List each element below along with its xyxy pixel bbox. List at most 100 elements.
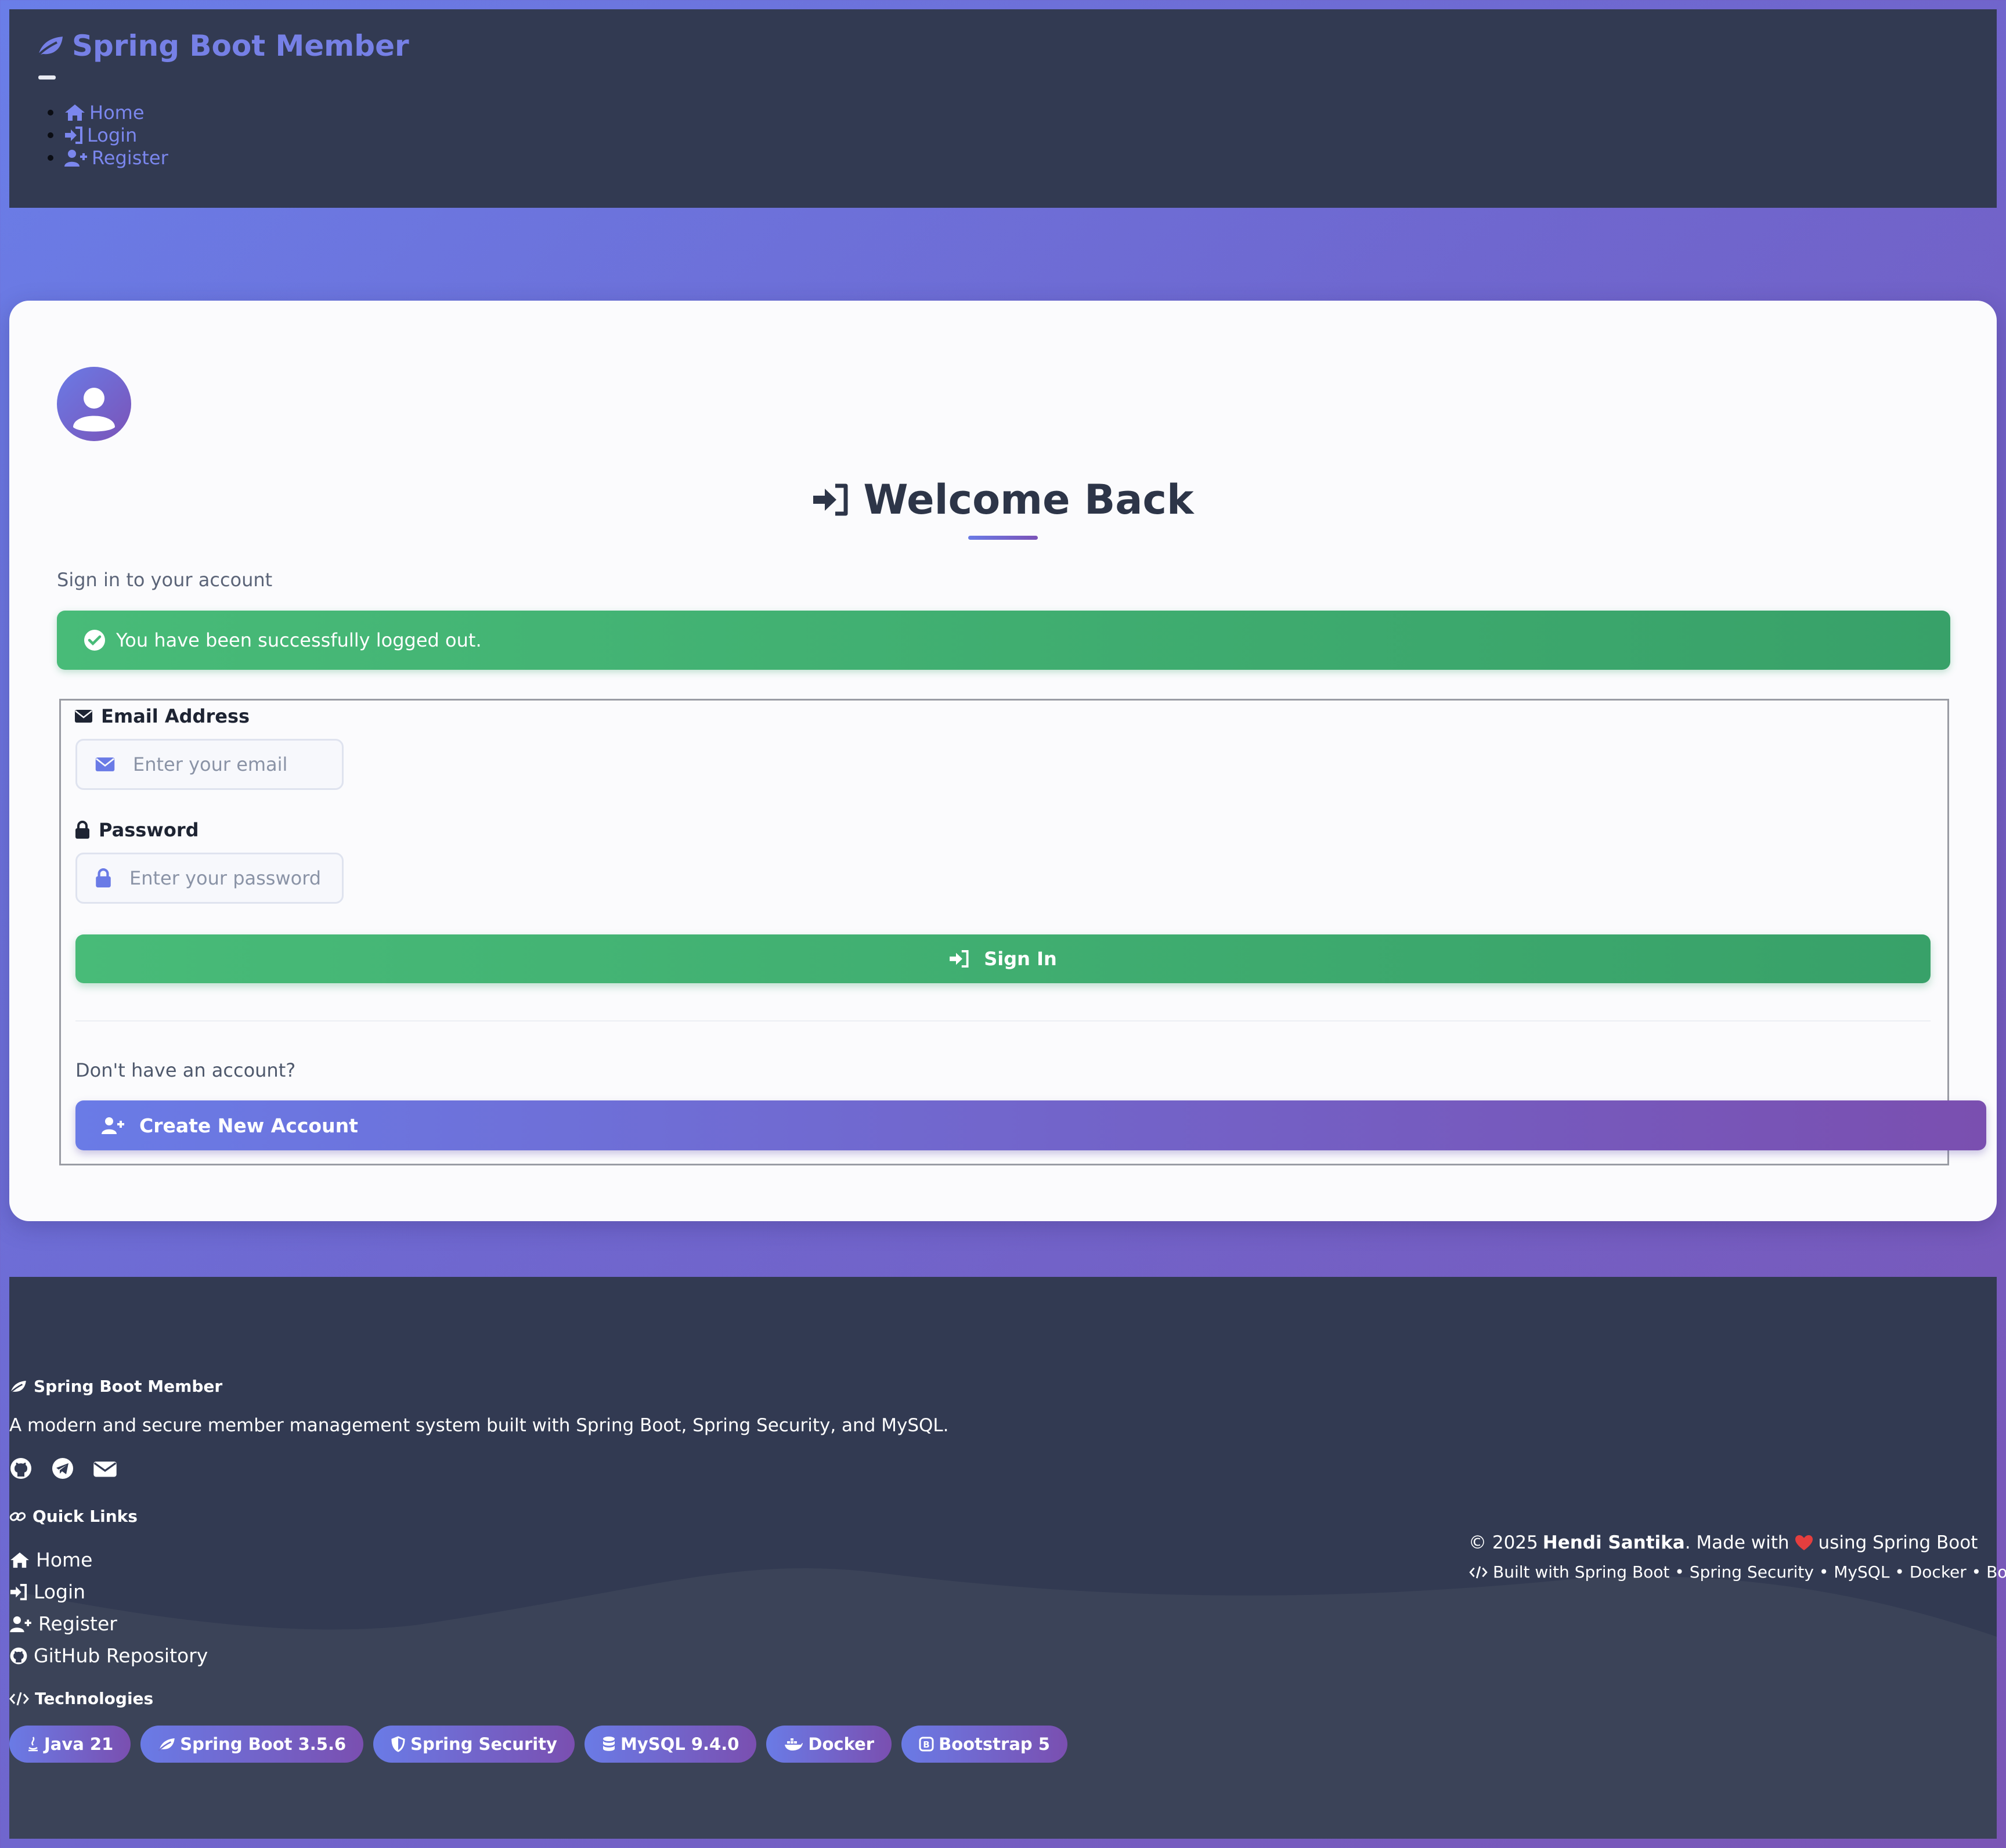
database-icon	[602, 1737, 615, 1751]
code-icon	[9, 1692, 29, 1705]
navbar-toggler[interactable]	[38, 75, 56, 80]
no-account-text: Don't have an account?	[75, 1059, 296, 1081]
list-bullet	[48, 109, 53, 116]
quick-links-heading: Quick Links	[9, 1507, 138, 1526]
title-underline	[968, 536, 1038, 540]
social-links	[9, 1457, 117, 1480]
nav-item-login[interactable]: Login	[48, 124, 168, 146]
badge-mysql: MySQL 9.4.0	[584, 1726, 757, 1763]
envelope-icon[interactable]	[93, 1457, 117, 1480]
alert-text: You have been successfully logged out.	[116, 629, 482, 651]
badge-label: Bootstrap 5	[939, 1734, 1050, 1754]
built-with-text: Built with Spring Boot • Spring Security…	[1493, 1562, 2006, 1582]
footer-description: A modern and secure member management sy…	[9, 1415, 949, 1436]
nav-label: Register	[92, 146, 168, 169]
title-text: Welcome Back	[863, 476, 1194, 524]
user-plus-icon	[10, 1616, 31, 1632]
svg-text:B: B	[923, 1739, 929, 1750]
email-label-text: Email Address	[101, 705, 250, 727]
create-account-button[interactable]: Create New Account	[75, 1100, 1986, 1150]
user-avatar-icon	[57, 367, 131, 441]
technologies-title: Technologies	[35, 1689, 154, 1708]
password-label-text: Password	[99, 819, 199, 841]
logout-success-alert: You have been successfully logged out.	[57, 611, 1950, 670]
check-circle-icon	[84, 630, 105, 651]
footer-link-github[interactable]: GitHub Repository	[9, 1640, 208, 1672]
badge-label: MySQL 9.4.0	[620, 1734, 739, 1754]
leaf-icon	[36, 37, 63, 57]
divider	[75, 1020, 1931, 1022]
password-placeholder: Enter your password	[129, 867, 322, 889]
home-icon	[10, 1552, 29, 1568]
nav-menu: Home Login Register	[48, 101, 168, 169]
login-icon	[10, 1583, 27, 1600]
sign-in-icon	[813, 483, 848, 516]
password-label: Password	[74, 819, 199, 841]
footer-link-label: Login	[34, 1580, 86, 1603]
footer-brand-text: Spring Boot Member	[34, 1377, 223, 1396]
envelope-icon	[95, 757, 115, 771]
user-plus-icon	[64, 149, 87, 167]
made-suffix-text: using Spring Boot	[1818, 1532, 1978, 1553]
badge-label: Java 21	[44, 1734, 114, 1754]
copyright: © 2025 Hendi Santika. Made with using Sp…	[1469, 1532, 1978, 1553]
badge-java: Java 21	[9, 1726, 131, 1763]
badge-label: Spring Security	[410, 1734, 557, 1754]
footer-link-register[interactable]: Register	[9, 1608, 208, 1640]
github-icon	[10, 1647, 27, 1664]
leaf-icon	[9, 1380, 26, 1394]
nav-item-register[interactable]: Register	[48, 146, 168, 169]
email-placeholder: Enter your email	[133, 753, 288, 775]
badge-label: Spring Boot 3.5.6	[180, 1734, 347, 1754]
shield-icon	[391, 1736, 405, 1752]
password-field[interactable]: Enter your password	[75, 853, 344, 904]
sign-in-button[interactable]: Sign In	[75, 934, 1931, 983]
footer-brand: Spring Boot Member	[9, 1377, 222, 1396]
badge-spring-security: Spring Security	[373, 1726, 575, 1763]
email-field[interactable]: Enter your email	[75, 739, 344, 790]
copyright-year: © 2025	[1469, 1532, 1538, 1553]
footer-link-home[interactable]: Home	[9, 1544, 208, 1576]
list-bullet	[48, 154, 53, 161]
nav-item-home[interactable]: Home	[48, 101, 168, 124]
technology-badges: Java 21 Spring Boot 3.5.6 Spring Securit…	[9, 1726, 1067, 1763]
navbar-brand[interactable]: Spring Boot Member	[36, 26, 409, 66]
code-icon	[1469, 1565, 1488, 1579]
nav-label: Login	[87, 124, 138, 146]
lock-icon	[75, 821, 89, 839]
java-icon	[28, 1737, 38, 1752]
create-account-label: Create New Account	[139, 1114, 358, 1137]
sign-in-label: Sign In	[984, 948, 1057, 970]
footer-link-label: Register	[38, 1612, 117, 1635]
footer-link-login[interactable]: Login	[9, 1576, 208, 1608]
quick-links: Home Login Register GitHub Repository	[9, 1544, 208, 1672]
badge-bootstrap: B Bootstrap 5	[901, 1726, 1067, 1763]
email-label: Email Address	[74, 705, 250, 727]
footer-link-label: Home	[36, 1549, 93, 1571]
author-name: Hendi Santika	[1542, 1532, 1685, 1553]
badge-spring-boot: Spring Boot 3.5.6	[140, 1726, 364, 1763]
docker-icon	[785, 1738, 803, 1750]
badge-label: Docker	[808, 1734, 875, 1754]
list-bullet	[48, 132, 53, 138]
technologies-heading: Technologies	[9, 1689, 153, 1708]
bootstrap-icon: B	[919, 1737, 934, 1752]
subtitle: Sign in to your account	[57, 569, 273, 591]
leaf-icon	[158, 1738, 175, 1752]
login-icon	[65, 126, 82, 144]
link-icon	[9, 1511, 26, 1521]
footer-link-label: GitHub Repository	[34, 1644, 208, 1667]
quick-links-title: Quick Links	[33, 1507, 138, 1526]
nav-label: Home	[89, 101, 145, 124]
home-icon	[65, 104, 85, 121]
lock-icon	[96, 868, 111, 887]
user-plus-icon	[102, 1117, 124, 1134]
badge-docker: Docker	[766, 1726, 892, 1763]
built-with: Built with Spring Boot • Spring Security…	[1469, 1562, 2006, 1582]
telegram-icon[interactable]	[51, 1457, 74, 1480]
envelope-icon	[75, 710, 92, 723]
made-with-text: . Made with	[1684, 1532, 1789, 1553]
sign-in-icon	[950, 950, 969, 968]
brand-text: Spring Boot Member	[72, 29, 409, 63]
github-icon[interactable]	[9, 1457, 33, 1480]
